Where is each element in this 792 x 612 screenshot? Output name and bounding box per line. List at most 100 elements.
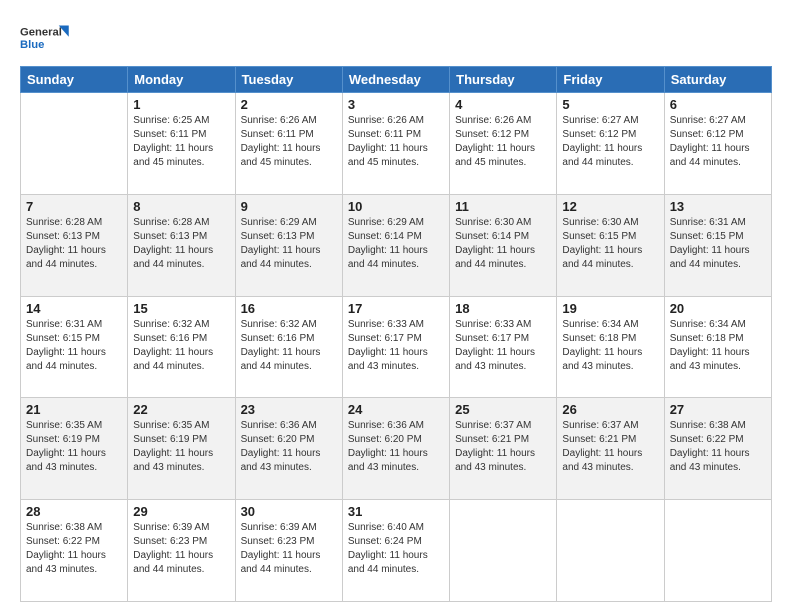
calendar-page: General Blue SundayMondayTuesdayWednesda…: [0, 0, 792, 612]
day-info: Sunrise: 6:30 AM Sunset: 6:14 PM Dayligh…: [455, 216, 551, 272]
calendar-cell: 23 Sunrise: 6:36 AM Sunset: 6:20 PM Dayli…: [235, 398, 342, 500]
calendar-cell: 12Sunrise: 6:30 AM Sunset: 6:15 PM Dayli…: [557, 194, 664, 296]
svg-text:Blue: Blue: [20, 39, 44, 51]
calendar-cell: 4 Sunrise: 6:26 AM Sunset: 6:12 PM Daylig…: [450, 93, 557, 195]
week-row-4: 21Sunrise: 6:35 AM Sunset: 6:19 PM Dayli…: [21, 398, 772, 500]
day-info: Sunrise: 6:35 AM Sunset: 6:19 PM Dayligh…: [26, 419, 122, 475]
day-number: 27: [670, 402, 766, 417]
calendar-table: SundayMondayTuesdayWednesdayThursdayFrid…: [20, 66, 772, 602]
day-info: Sunrise: 6:34 AM Sunset: 6:18 PM Dayligh…: [670, 318, 766, 374]
header-row: SundayMondayTuesdayWednesdayThursdayFrid…: [21, 67, 772, 93]
day-number: 7: [26, 199, 122, 214]
day-number: 14: [26, 301, 122, 316]
calendar-cell: [664, 500, 771, 602]
day-number: 19: [562, 301, 658, 316]
calendar-cell: 6 Sunrise: 6:27 AM Sunset: 6:12 PM Daylig…: [664, 93, 771, 195]
day-number: 10: [348, 199, 444, 214]
day-info: Sunrise: 6:31 AM Sunset: 6:15 PM Dayligh…: [26, 318, 122, 374]
day-info: Sunrise: 6:27 AM Sunset: 6:12 PM Dayligh…: [670, 114, 766, 170]
day-number: 17: [348, 301, 444, 316]
day-number: 29: [133, 504, 229, 519]
header-wednesday: Wednesday: [342, 67, 449, 93]
day-number: 5: [562, 97, 658, 112]
calendar-cell: 26 Sunrise: 6:37 AM Sunset: 6:21 PM Dayli…: [557, 398, 664, 500]
calendar-cell: 29 Sunrise: 6:39 AM Sunset: 6:23 PM Dayli…: [128, 500, 235, 602]
day-number: 4: [455, 97, 551, 112]
day-info: Sunrise: 6:38 AM Sunset: 6:22 PM Dayligh…: [26, 521, 122, 577]
day-number: 11: [455, 199, 551, 214]
day-info: Sunrise: 6:28 AM Sunset: 6:13 PM Dayligh…: [26, 216, 122, 272]
header-monday: Monday: [128, 67, 235, 93]
calendar-cell: 15Sunrise: 6:32 AM Sunset: 6:16 PM Dayli…: [128, 296, 235, 398]
day-info: Sunrise: 6:38 AM Sunset: 6:22 PM Dayligh…: [670, 419, 766, 475]
header-sunday: Sunday: [21, 67, 128, 93]
logo-svg: General Blue: [20, 18, 70, 58]
calendar-cell: 11 Sunrise: 6:30 AM Sunset: 6:14 PM Dayli…: [450, 194, 557, 296]
day-info: Sunrise: 6:32 AM Sunset: 6:16 PM Dayligh…: [133, 318, 229, 374]
calendar-cell: 9 Sunrise: 6:29 AM Sunset: 6:13 PM Daylig…: [235, 194, 342, 296]
day-info: Sunrise: 6:25 AM Sunset: 6:11 PM Dayligh…: [133, 114, 229, 170]
header-thursday: Thursday: [450, 67, 557, 93]
calendar-cell: 21Sunrise: 6:35 AM Sunset: 6:19 PM Dayli…: [21, 398, 128, 500]
day-info: Sunrise: 6:33 AM Sunset: 6:17 PM Dayligh…: [348, 318, 444, 374]
day-number: 23: [241, 402, 337, 417]
calendar-cell: 3 Sunrise: 6:26 AM Sunset: 6:11 PM Daylig…: [342, 93, 449, 195]
day-number: 20: [670, 301, 766, 316]
day-info: Sunrise: 6:29 AM Sunset: 6:13 PM Dayligh…: [241, 216, 337, 272]
svg-text:General: General: [20, 27, 62, 39]
calendar-cell: 17 Sunrise: 6:33 AM Sunset: 6:17 PM Dayli…: [342, 296, 449, 398]
day-info: Sunrise: 6:26 AM Sunset: 6:12 PM Dayligh…: [455, 114, 551, 170]
week-row-3: 14 Sunrise: 6:31 AM Sunset: 6:15 PM Dayli…: [21, 296, 772, 398]
day-number: 25: [455, 402, 551, 417]
day-info: Sunrise: 6:33 AM Sunset: 6:17 PM Dayligh…: [455, 318, 551, 374]
calendar-cell: 18 Sunrise: 6:33 AM Sunset: 6:17 PM Dayli…: [450, 296, 557, 398]
logo: General Blue: [20, 18, 70, 58]
calendar-cell: 27 Sunrise: 6:38 AM Sunset: 6:22 PM Dayli…: [664, 398, 771, 500]
day-info: Sunrise: 6:26 AM Sunset: 6:11 PM Dayligh…: [348, 114, 444, 170]
day-info: Sunrise: 6:39 AM Sunset: 6:23 PM Dayligh…: [133, 521, 229, 577]
calendar-cell: 25 Sunrise: 6:37 AM Sunset: 6:21 PM Dayli…: [450, 398, 557, 500]
day-info: Sunrise: 6:36 AM Sunset: 6:20 PM Dayligh…: [348, 419, 444, 475]
calendar-cell: 31 Sunrise: 6:40 AM Sunset: 6:24 PM Dayli…: [342, 500, 449, 602]
calendar-cell: 28Sunrise: 6:38 AM Sunset: 6:22 PM Dayli…: [21, 500, 128, 602]
day-number: 26: [562, 402, 658, 417]
day-number: 16: [241, 301, 337, 316]
day-number: 12: [562, 199, 658, 214]
day-info: Sunrise: 6:36 AM Sunset: 6:20 PM Dayligh…: [241, 419, 337, 475]
calendar-cell: 2Sunrise: 6:26 AM Sunset: 6:11 PM Daylig…: [235, 93, 342, 195]
calendar-cell: 19 Sunrise: 6:34 AM Sunset: 6:18 PM Dayli…: [557, 296, 664, 398]
header-saturday: Saturday: [664, 67, 771, 93]
day-info: Sunrise: 6:32 AM Sunset: 6:16 PM Dayligh…: [241, 318, 337, 374]
day-number: 13: [670, 199, 766, 214]
day-number: 31: [348, 504, 444, 519]
calendar-cell: 13Sunrise: 6:31 AM Sunset: 6:15 PM Dayli…: [664, 194, 771, 296]
calendar-cell: 10 Sunrise: 6:29 AM Sunset: 6:14 PM Dayli…: [342, 194, 449, 296]
day-number: 9: [241, 199, 337, 214]
calendar-cell: 1 Sunrise: 6:25 AM Sunset: 6:11 PM Daylig…: [128, 93, 235, 195]
week-row-1: 1 Sunrise: 6:25 AM Sunset: 6:11 PM Daylig…: [21, 93, 772, 195]
calendar-cell: [557, 500, 664, 602]
calendar-cell: 8Sunrise: 6:28 AM Sunset: 6:13 PM Daylig…: [128, 194, 235, 296]
day-info: Sunrise: 6:40 AM Sunset: 6:24 PM Dayligh…: [348, 521, 444, 577]
day-info: Sunrise: 6:34 AM Sunset: 6:18 PM Dayligh…: [562, 318, 658, 374]
day-number: 30: [241, 504, 337, 519]
header: General Blue: [20, 18, 772, 58]
header-friday: Friday: [557, 67, 664, 93]
calendar-cell: 22 Sunrise: 6:35 AM Sunset: 6:19 PM Dayli…: [128, 398, 235, 500]
day-info: Sunrise: 6:37 AM Sunset: 6:21 PM Dayligh…: [455, 419, 551, 475]
week-row-2: 7 Sunrise: 6:28 AM Sunset: 6:13 PM Daylig…: [21, 194, 772, 296]
day-info: Sunrise: 6:29 AM Sunset: 6:14 PM Dayligh…: [348, 216, 444, 272]
day-number: 6: [670, 97, 766, 112]
day-number: 24: [348, 402, 444, 417]
calendar-cell: 20 Sunrise: 6:34 AM Sunset: 6:18 PM Dayli…: [664, 296, 771, 398]
day-number: 22: [133, 402, 229, 417]
day-number: 1: [133, 97, 229, 112]
day-number: 3: [348, 97, 444, 112]
calendar-cell: 24 Sunrise: 6:36 AM Sunset: 6:20 PM Dayli…: [342, 398, 449, 500]
calendar-cell: [21, 93, 128, 195]
day-info: Sunrise: 6:35 AM Sunset: 6:19 PM Dayligh…: [133, 419, 229, 475]
day-info: Sunrise: 6:28 AM Sunset: 6:13 PM Dayligh…: [133, 216, 229, 272]
day-info: Sunrise: 6:37 AM Sunset: 6:21 PM Dayligh…: [562, 419, 658, 475]
day-number: 18: [455, 301, 551, 316]
calendar-cell: 30Sunrise: 6:39 AM Sunset: 6:23 PM Dayli…: [235, 500, 342, 602]
